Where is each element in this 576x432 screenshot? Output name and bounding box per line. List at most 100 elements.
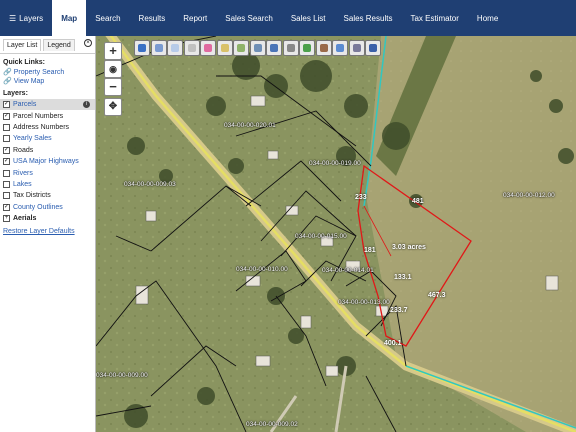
info-icon[interactable]: i [83, 101, 90, 108]
checkbox[interactable]: ✓ [3, 158, 10, 166]
label-tool-icon[interactable] [233, 40, 249, 56]
checkbox[interactable]: ✓ [3, 146, 10, 154]
quick-link-property-search[interactable]: 🔗 Property Search [3, 68, 92, 77]
layer-row-county-outlines[interactable]: ✓ County Outlines [0, 202, 95, 213]
restore-layer-defaults-link[interactable]: Restore Layer Defaults [3, 228, 92, 235]
buffer-tool-icon[interactable] [183, 40, 200, 56]
map-canvas[interactable]: + ◉ − ✥ 034-00-00-020.01 034-00-00-019.0… [96, 36, 576, 432]
dimension-label: 181 [364, 247, 376, 254]
quick-links-title: Quick Links: [3, 59, 46, 66]
parcel-label: 034-00-00-012.00 [503, 192, 555, 199]
parcel-label: 034-00-00-020.01 [224, 122, 276, 129]
quick-link-label: View Map [13, 77, 45, 85]
checkbox[interactable] [3, 192, 10, 200]
nav-layers[interactable]: ☰ Layers [0, 0, 52, 36]
quick-link-label: Property Search [13, 68, 65, 76]
nav-report[interactable]: Report [174, 0, 216, 36]
layers-icon: ☰ [9, 13, 17, 23]
checkbox[interactable] [3, 123, 10, 131]
draw-tool-icon[interactable] [299, 40, 315, 56]
nav-sales-search[interactable]: Sales Search [216, 0, 282, 36]
refresh-tool-icon[interactable] [332, 40, 348, 56]
parcel-label: 034-00-00-015.00 [295, 233, 347, 240]
checkbox[interactable]: ✓ [3, 112, 10, 120]
tab-legend[interactable]: Legend [43, 38, 75, 51]
link-icon: 🔗 [3, 78, 12, 85]
layer-row-parcel-numbers[interactable]: ✓ Parcel Numbers [0, 110, 95, 121]
nav-tax-estimator[interactable]: Tax Estimator [401, 0, 467, 36]
layer-label: Aerials [13, 215, 37, 223]
settings-tool-icon[interactable] [348, 40, 365, 56]
checkbox[interactable] [3, 135, 10, 143]
close-icon[interactable]: × [84, 39, 92, 47]
dimension-label: 467.3 [428, 292, 446, 299]
layer-label: USA Major Highways [13, 158, 79, 166]
map-toolbar [134, 40, 382, 57]
parcel-label: 034-00-00-013.00 [338, 299, 390, 306]
parcel-label: 034-00-00-009.00 [96, 372, 148, 379]
layer-label: Address Numbers [13, 123, 70, 131]
info-tool-icon[interactable] [134, 40, 150, 56]
zoom-tool-icon[interactable] [282, 40, 299, 56]
parcel-label: 034-00-00-014.01 [322, 267, 374, 274]
layer-row-lakes[interactable]: Lakes [0, 179, 95, 190]
layer-row-aerials[interactable]: + Aerials [0, 213, 95, 224]
parcel-label: 034-00-00-019.00 [309, 160, 361, 167]
top-nav-bar: ☰ Layers Map Search Results Report Sales … [0, 0, 576, 36]
select-tool-icon[interactable] [150, 40, 167, 56]
erase-tool-icon[interactable] [315, 40, 332, 56]
tab-layer-list[interactable]: Layer List [3, 38, 42, 51]
layer-row-rivers[interactable]: Rivers [0, 167, 95, 178]
layer-label: Parcel Numbers [13, 112, 64, 120]
nav-map[interactable]: Map [52, 0, 87, 36]
layer-row-tax-districts[interactable]: Tax Districts [0, 190, 95, 201]
nav-layers-label: Layers [19, 13, 44, 23]
pencil-tool-icon[interactable] [200, 40, 216, 56]
nav-sales-list[interactable]: Sales List [282, 0, 335, 36]
dimension-label: 133.1 [394, 274, 412, 281]
layer-label: Roads [13, 146, 34, 154]
dimension-label: 233.7 [390, 307, 408, 314]
dimension-label: 481 [412, 198, 424, 205]
measure-tool-icon[interactable] [216, 40, 233, 56]
layer-label: Tax Districts [13, 192, 51, 200]
pan-icon[interactable]: ✥ [104, 98, 122, 116]
layer-row-parcels[interactable]: ✓ Parcels i [0, 99, 95, 111]
print-tool-icon[interactable] [249, 40, 266, 56]
layer-row-usa-major-highways[interactable]: ✓ USA Major Highways [0, 156, 95, 167]
expand-icon[interactable]: + [3, 215, 10, 223]
dimension-label: 233 [355, 194, 367, 201]
checkbox[interactable]: ✓ [3, 203, 10, 211]
layer-label: County Outlines [13, 203, 63, 211]
zoom-out-button[interactable]: − [104, 78, 122, 96]
parcel-label: 034-00-00-010.00 [236, 266, 288, 273]
nav-home[interactable]: Home [468, 0, 507, 36]
nav-search[interactable]: Search [86, 0, 129, 36]
save-tool-icon[interactable] [365, 40, 381, 56]
link-icon: 🔗 [3, 69, 12, 76]
sidebar-tabs: Layer List Legend × [0, 36, 95, 54]
layer-row-address-numbers[interactable]: Address Numbers [0, 122, 95, 133]
checkbox[interactable] [3, 180, 10, 188]
identify-tool-icon[interactable] [167, 40, 183, 56]
parcel-label: 034-00-00-009.02 [246, 421, 298, 428]
layer-row-roads[interactable]: ✓ Roads [0, 145, 95, 156]
dimension-label: 400.1 [384, 340, 402, 347]
checkbox[interactable] [3, 169, 10, 177]
parcel-label: 034-00-00-009.03 [124, 181, 176, 188]
quick-link-view-map[interactable]: 🔗 View Map [3, 77, 92, 86]
nav-sales-results[interactable]: Sales Results [335, 0, 402, 36]
layer-label: Parcels [13, 101, 37, 109]
dimension-label: 3.03 acres [392, 244, 426, 251]
layer-label: Rivers [13, 169, 33, 177]
layer-row-yearly-sales[interactable]: Yearly Sales [0, 133, 95, 144]
globe-icon[interactable]: ◉ [104, 60, 122, 78]
zoom-in-button[interactable]: + [104, 42, 122, 60]
layer-label: Yearly Sales [13, 135, 52, 143]
layers-title: Layers: [3, 90, 28, 97]
checkbox[interactable]: ✓ [3, 101, 10, 109]
layer-sidebar: Layer List Legend × Quick Links: 🔗 Proper… [0, 36, 96, 432]
layer-label: Lakes [13, 180, 32, 188]
nav-results[interactable]: Results [130, 0, 175, 36]
export-tool-icon[interactable] [266, 40, 282, 56]
